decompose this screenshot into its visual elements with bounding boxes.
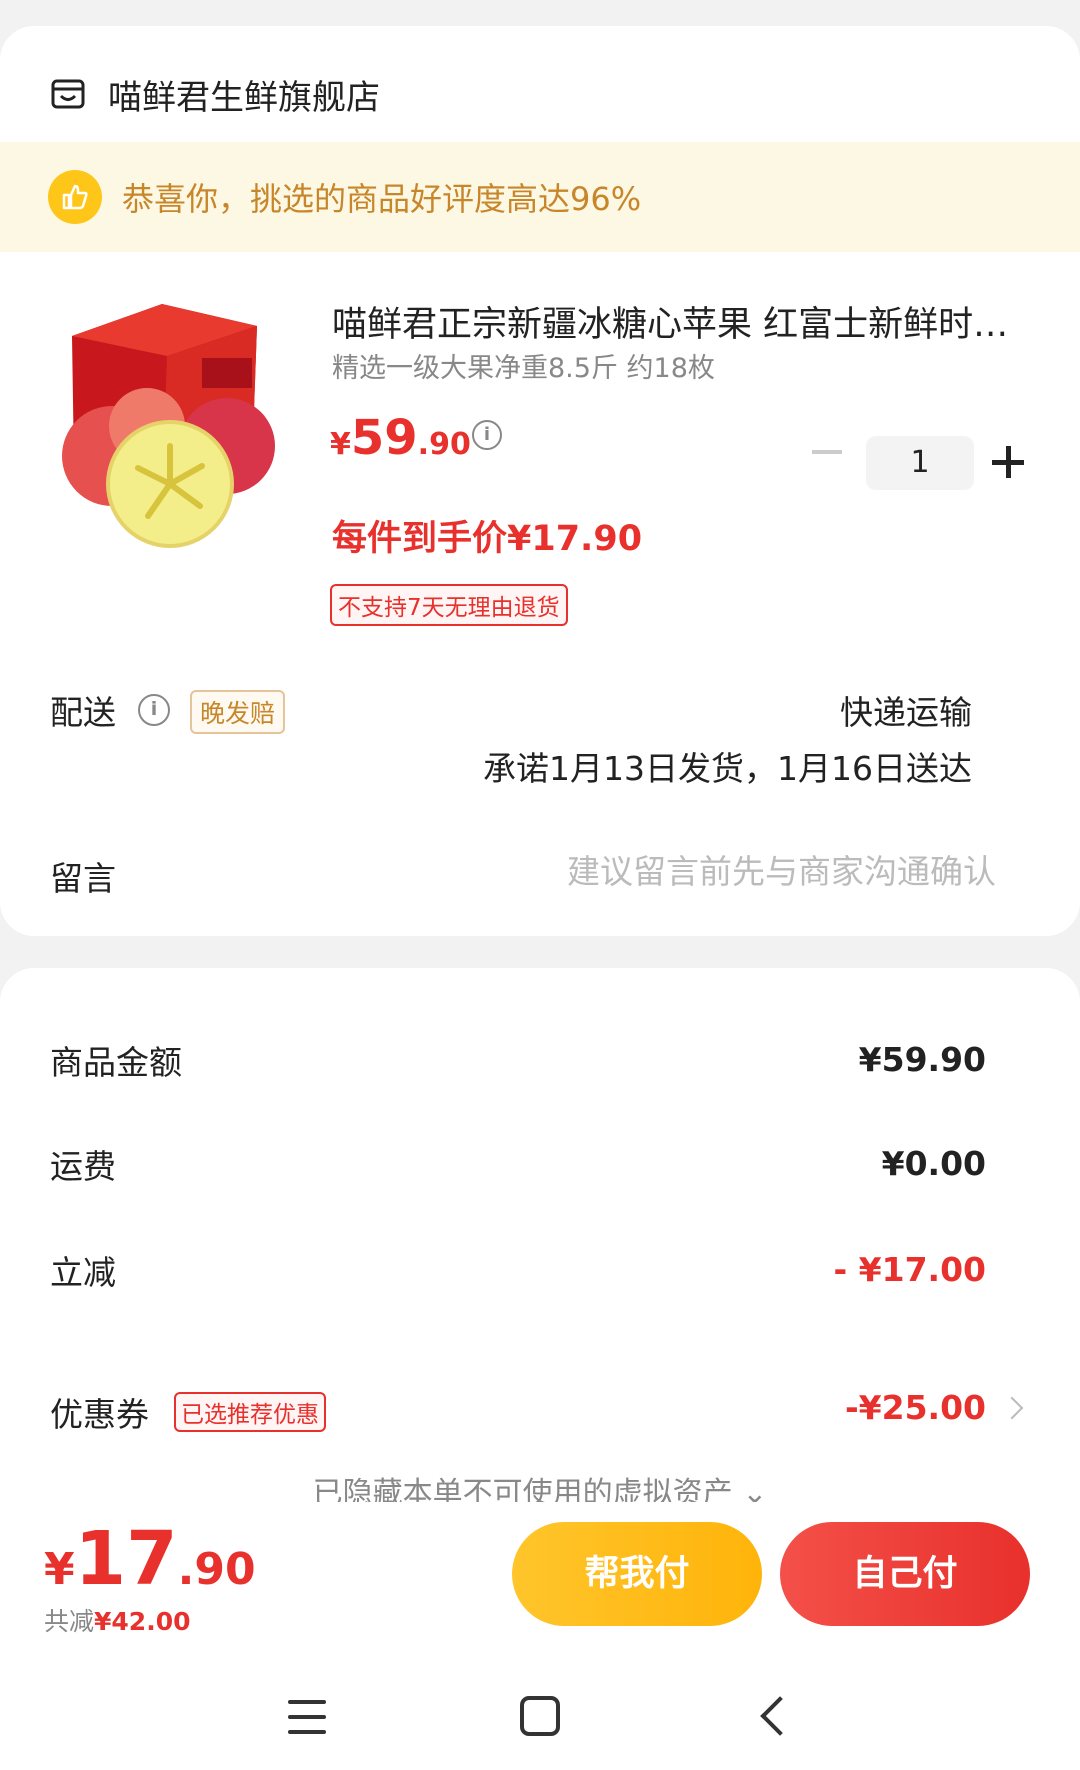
quantity-minus-button[interactable] [812, 450, 842, 454]
discount-label: 立减 [50, 1253, 116, 1292]
price-info-icon[interactable]: i [472, 420, 502, 450]
coupon-label: 优惠券 [50, 1395, 149, 1434]
product-price: ¥ 59 .90 [330, 410, 471, 466]
shop-row[interactable]: 喵鲜君生鲜旗舰店 [50, 64, 380, 124]
shipping-label: 配送 [50, 693, 116, 732]
rating-banner: 恭喜你，挑选的商品好评度高达96% [0, 142, 1080, 252]
rating-text: 恭喜你，挑选的商品好评度高达96% [122, 180, 642, 218]
total-decimal: .90 [177, 1544, 256, 1595]
back-icon[interactable] [760, 1696, 800, 1736]
product-image[interactable] [52, 296, 292, 566]
message-label: 留言 [50, 859, 116, 898]
total-integer: 17 [74, 1516, 178, 1602]
shipping-promise: 承诺1月13日发货，1月16日送达 [483, 749, 972, 788]
saved-value: ¥42.00 [94, 1607, 191, 1636]
shipping-info-icon[interactable]: i [138, 694, 170, 726]
late-delivery-badge[interactable]: 晚发赔 [190, 690, 286, 734]
order-card: 喵鲜君生鲜旗舰店 恭喜你，挑选的商品好评度高达96% 喵鲜君正宗新疆冰糖心苹果 … [0, 26, 1080, 936]
goods-amount-value: ¥59.90 [858, 1040, 986, 1079]
coupon-value[interactable]: -¥25.00 [845, 1388, 986, 1427]
product-title[interactable]: 喵鲜君正宗新疆冰糖心苹果 红富士新鲜时令水果 [332, 296, 1032, 347]
saved-amount: 共减¥42.00 [44, 1602, 191, 1638]
shop-icon [51, 79, 85, 109]
product-spec[interactable]: 精选一级大果净重8.5斤 约18枚 [332, 346, 715, 385]
shipping-method: 快递运输 [840, 693, 972, 732]
help-pay-button[interactable]: 帮我付 [512, 1522, 762, 1626]
price-integer: 59 [350, 410, 418, 466]
system-nav-bar [0, 1678, 1080, 1758]
price-decimal: .90 [417, 427, 471, 462]
total-price: ¥ 17 .90 [44, 1516, 256, 1602]
goods-amount-label: 商品金额 [50, 1043, 182, 1082]
return-policy-badge: 不支持7天无理由退货 [330, 584, 568, 626]
chevron-right-icon[interactable] [1000, 1396, 1024, 1420]
self-pay-button[interactable]: 自己付 [780, 1522, 1030, 1626]
menu-icon[interactable] [288, 1700, 326, 1734]
checkout-bar: ¥ 17 .90 共减¥42.00 帮我付 自己付 [0, 1502, 1080, 1770]
quantity-plus-button[interactable] [992, 446, 1024, 478]
price-summary-card: 商品金额 ¥59.90 运费 ¥0.00 立减 - ¥17.00 优惠券 已选推… [0, 968, 1080, 1568]
saved-prefix: 共减 [44, 1607, 95, 1636]
message-input[interactable] [436, 846, 996, 896]
discount-value: - ¥17.00 [833, 1250, 986, 1289]
freight-value: ¥0.00 [881, 1144, 986, 1183]
home-icon[interactable] [520, 1696, 560, 1736]
thumbs-up-icon [48, 170, 102, 224]
coupon-badge: 已选推荐优惠 [174, 1392, 326, 1432]
price-currency: ¥ [330, 427, 351, 462]
freight-label: 运费 [50, 1147, 116, 1186]
unit-price: 每件到手价¥17.90 [332, 519, 643, 559]
quantity-value[interactable]: 1 [866, 436, 974, 490]
total-currency: ¥ [44, 1544, 75, 1595]
shop-name: 喵鲜君生鲜旗舰店 [108, 77, 380, 118]
